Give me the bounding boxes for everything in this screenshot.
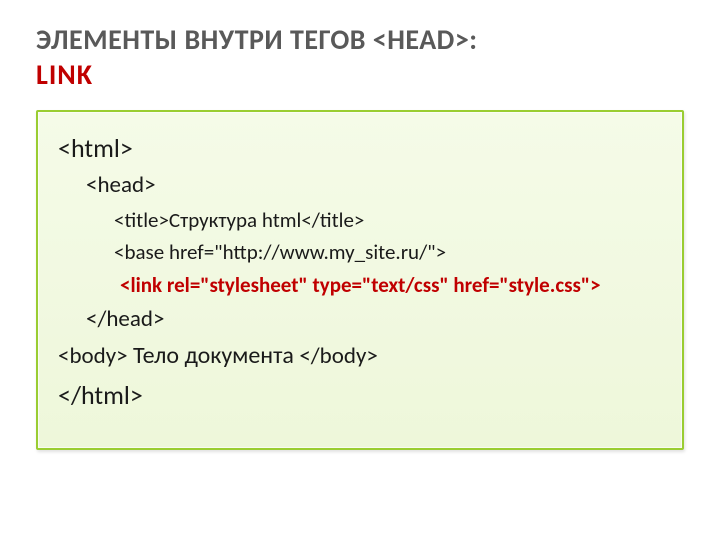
code-html-open: <html> bbox=[58, 128, 662, 168]
code-head-close: </head> bbox=[58, 302, 662, 338]
code-title: <title>Структура html</title> bbox=[58, 204, 662, 237]
code-link: <link rel="stylesheet" type="text/css" h… bbox=[58, 269, 662, 302]
slide-title: ЭЛЕМЕНТЫ ВНУТРИ ТЕГОВ <HEAD>: LINK bbox=[36, 22, 684, 92]
code-head-open: <head> bbox=[58, 168, 662, 204]
code-body-line: <body> Тело документа </body> bbox=[58, 337, 662, 375]
code-base: <base href="http://www.my_site.ru/"> bbox=[58, 236, 662, 269]
code-body-open: <body> bbox=[58, 342, 128, 370]
title-line1-pre: ЭЛЕМЕНТЫ ВНУТРИ ТЕГОВ bbox=[36, 22, 373, 57]
code-body-close: </body> bbox=[299, 342, 378, 370]
code-body-text: Тело документа bbox=[128, 341, 300, 370]
code-example-box: <html> <head> <title>Структура html</tit… bbox=[36, 110, 684, 450]
title-line2: LINK bbox=[36, 57, 684, 92]
code-html-close: </html> bbox=[58, 375, 662, 415]
title-head-tag: <HEAD> bbox=[373, 22, 470, 57]
title-line1-post: : bbox=[469, 22, 477, 57]
slide: ЭЛЕМЕНТЫ ВНУТРИ ТЕГОВ <HEAD>: LINK <html… bbox=[0, 0, 720, 540]
